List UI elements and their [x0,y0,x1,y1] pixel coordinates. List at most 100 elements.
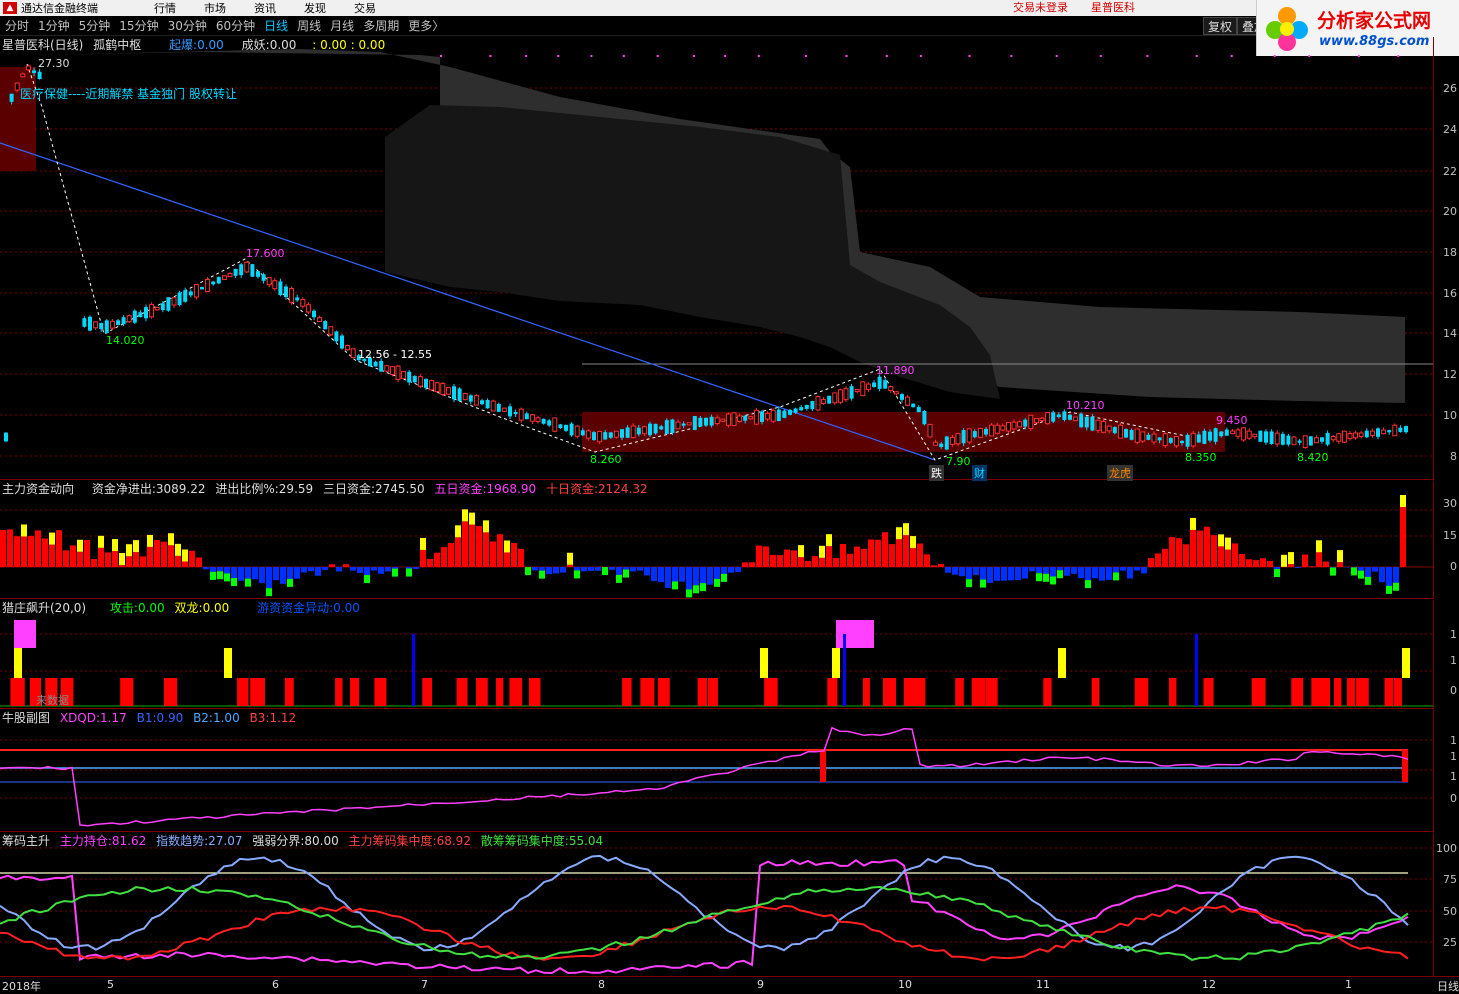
fund-bar-positive [742,562,748,567]
tab-5min[interactable]: 5分钟 [79,17,111,34]
fund-bar-positive [175,555,181,567]
fund-flow-panel[interactable]: 主力资金动向 资金净进出:3089.22 进出比例%:29.59 三日资金:27… [0,481,1433,599]
fund-bar-positive [154,540,160,567]
tab-15min[interactable]: 15分钟 [119,17,158,34]
fund-flow-title[interactable]: 主力资金动向 [2,482,74,496]
candle-body [407,371,412,383]
fund-bar-yellow [819,545,825,558]
candle-body [810,401,815,410]
fund-bar-positive [77,551,83,567]
fund-bar-negative [532,567,538,571]
main-kline-panel[interactable]: 星普医科(日线) 孤鹤中枢 起爆:0.00 成妖:0.00 : 0.00 : 0… [0,37,1433,481]
fund-bar-green [1057,570,1063,579]
menu-shichang[interactable]: 市场 [204,0,226,16]
indicator-name[interactable]: 孤鹤中枢 [93,38,141,52]
tab-30min[interactable]: 30分钟 [168,17,207,34]
candle-body [1140,431,1146,442]
candle-body [1073,416,1079,422]
event-tag-longhu[interactable]: 龙虎 [1107,465,1133,481]
candle-body [457,388,462,401]
fund-bar-positive [504,552,510,567]
candle-body [1168,438,1173,443]
news-text[interactable]: 医疗保健----近期解禁 基金独门 股权转让 [20,85,237,102]
candle-body [429,380,435,391]
candle-body [753,409,759,425]
fund-bar-negative [217,567,223,572]
signal-dot [757,55,760,57]
fund-bar-negative [959,567,965,577]
date-axis[interactable]: 2018年 5 6 7 8 9 10 11 12 1 日线 [0,976,1459,994]
candle-body [412,376,417,383]
hunter-bar [862,678,870,706]
candle-body [893,391,899,395]
bull-title[interactable]: 牛股副图 [2,711,50,725]
date-tick: 2018年 [2,980,41,993]
hunter-panel[interactable]: 猎庄飙升(20,0) 攻击:0.00 双龙:0.00 游资资金异动:0.00 来… [0,600,1433,709]
hunter-bar [971,678,986,706]
fund-bar-negative [1386,567,1392,586]
attack-label: 攻击: [109,601,138,615]
event-tag-cai[interactable]: 财 [972,465,987,481]
tab-multi-period[interactable]: 多周期 [363,17,399,34]
fund-bar-positive [1309,566,1315,567]
fund-bar-yellow [77,539,83,552]
tab-monthly[interactable]: 月线 [330,17,354,34]
menu-jiaoyi[interactable]: 交易 [354,0,376,16]
data-watermark-text: 来数据 [36,694,69,707]
fuquan-button[interactable]: 复权 [1203,17,1238,35]
fund-bar-positive [119,564,125,567]
hunter-bar-blue [412,634,415,706]
hunter-title[interactable]: 猎庄飙升(20,0) [2,601,86,615]
hunter-bar [1203,678,1214,706]
candle-body [1264,431,1268,443]
cloud-band-inner [385,105,1000,399]
fund-bar-positive [1260,558,1266,567]
menu-faxian[interactable]: 发现 [304,0,326,16]
fund-bar-green [980,579,986,588]
chip-chart [0,847,1433,975]
fund-bar-negative [546,567,552,575]
signal-dot [845,55,848,57]
candle-body [171,297,177,306]
fund-bar-yellow [1316,540,1322,553]
chip-title[interactable]: 筹码主升 [2,834,50,848]
fund-bar-negative [700,567,706,584]
stock-title: 星普医科(日线) [2,38,84,52]
fund-bar-negative [630,567,636,572]
fund-bar-positive [896,539,902,567]
candle-body [659,426,664,430]
fund-bar-negative [1078,567,1084,579]
menu-hangqing[interactable]: 行情 [154,0,176,16]
signal-dot [1357,55,1360,57]
tab-fenshi[interactable]: 分时 [5,17,29,34]
hunter-bar [1091,678,1100,706]
fund-bar-positive [770,554,776,567]
event-tag-die[interactable]: 跌 [929,465,944,481]
candle-body [1173,436,1179,447]
period-indicator[interactable]: 日线 [1437,978,1459,994]
fund-bar-positive [420,549,426,567]
chip-panel[interactable]: 筹码主升 主力持仓:81.62 指数趋势:27.07 强弱分界:80.00 主力… [0,833,1433,976]
bull-panel[interactable]: 牛股副图 XDQD:1.17 B1:0.90 B2:1.00 B3:1.12 [0,710,1433,832]
fund-bar-yellow [903,523,909,536]
candle-body [1117,424,1123,439]
candle-body [513,411,518,415]
main-conc-label: 主力筹码集中度: [348,834,437,848]
fund-bar-positive [938,563,944,567]
fund-bar-negative [378,567,384,574]
fund-bar-green [231,578,237,587]
tab-60min[interactable]: 60分钟 [216,17,255,34]
fund-bar-negative [1393,567,1399,583]
signal-dot [557,55,560,57]
tab-daily[interactable]: 日线 [264,17,288,34]
login-status[interactable]: 交易未登录 [1013,0,1068,16]
five-day-label: 五日资金: [434,482,487,496]
tab-more[interactable]: 更多〉 [408,17,444,34]
candle-body [272,280,278,290]
candle-body [955,432,961,445]
menu-zixun[interactable]: 资讯 [254,0,276,16]
tab-weekly[interactable]: 周线 [297,17,321,34]
signal-dot [656,55,659,57]
candle-body [782,410,787,418]
tab-1min[interactable]: 1分钟 [38,17,70,34]
